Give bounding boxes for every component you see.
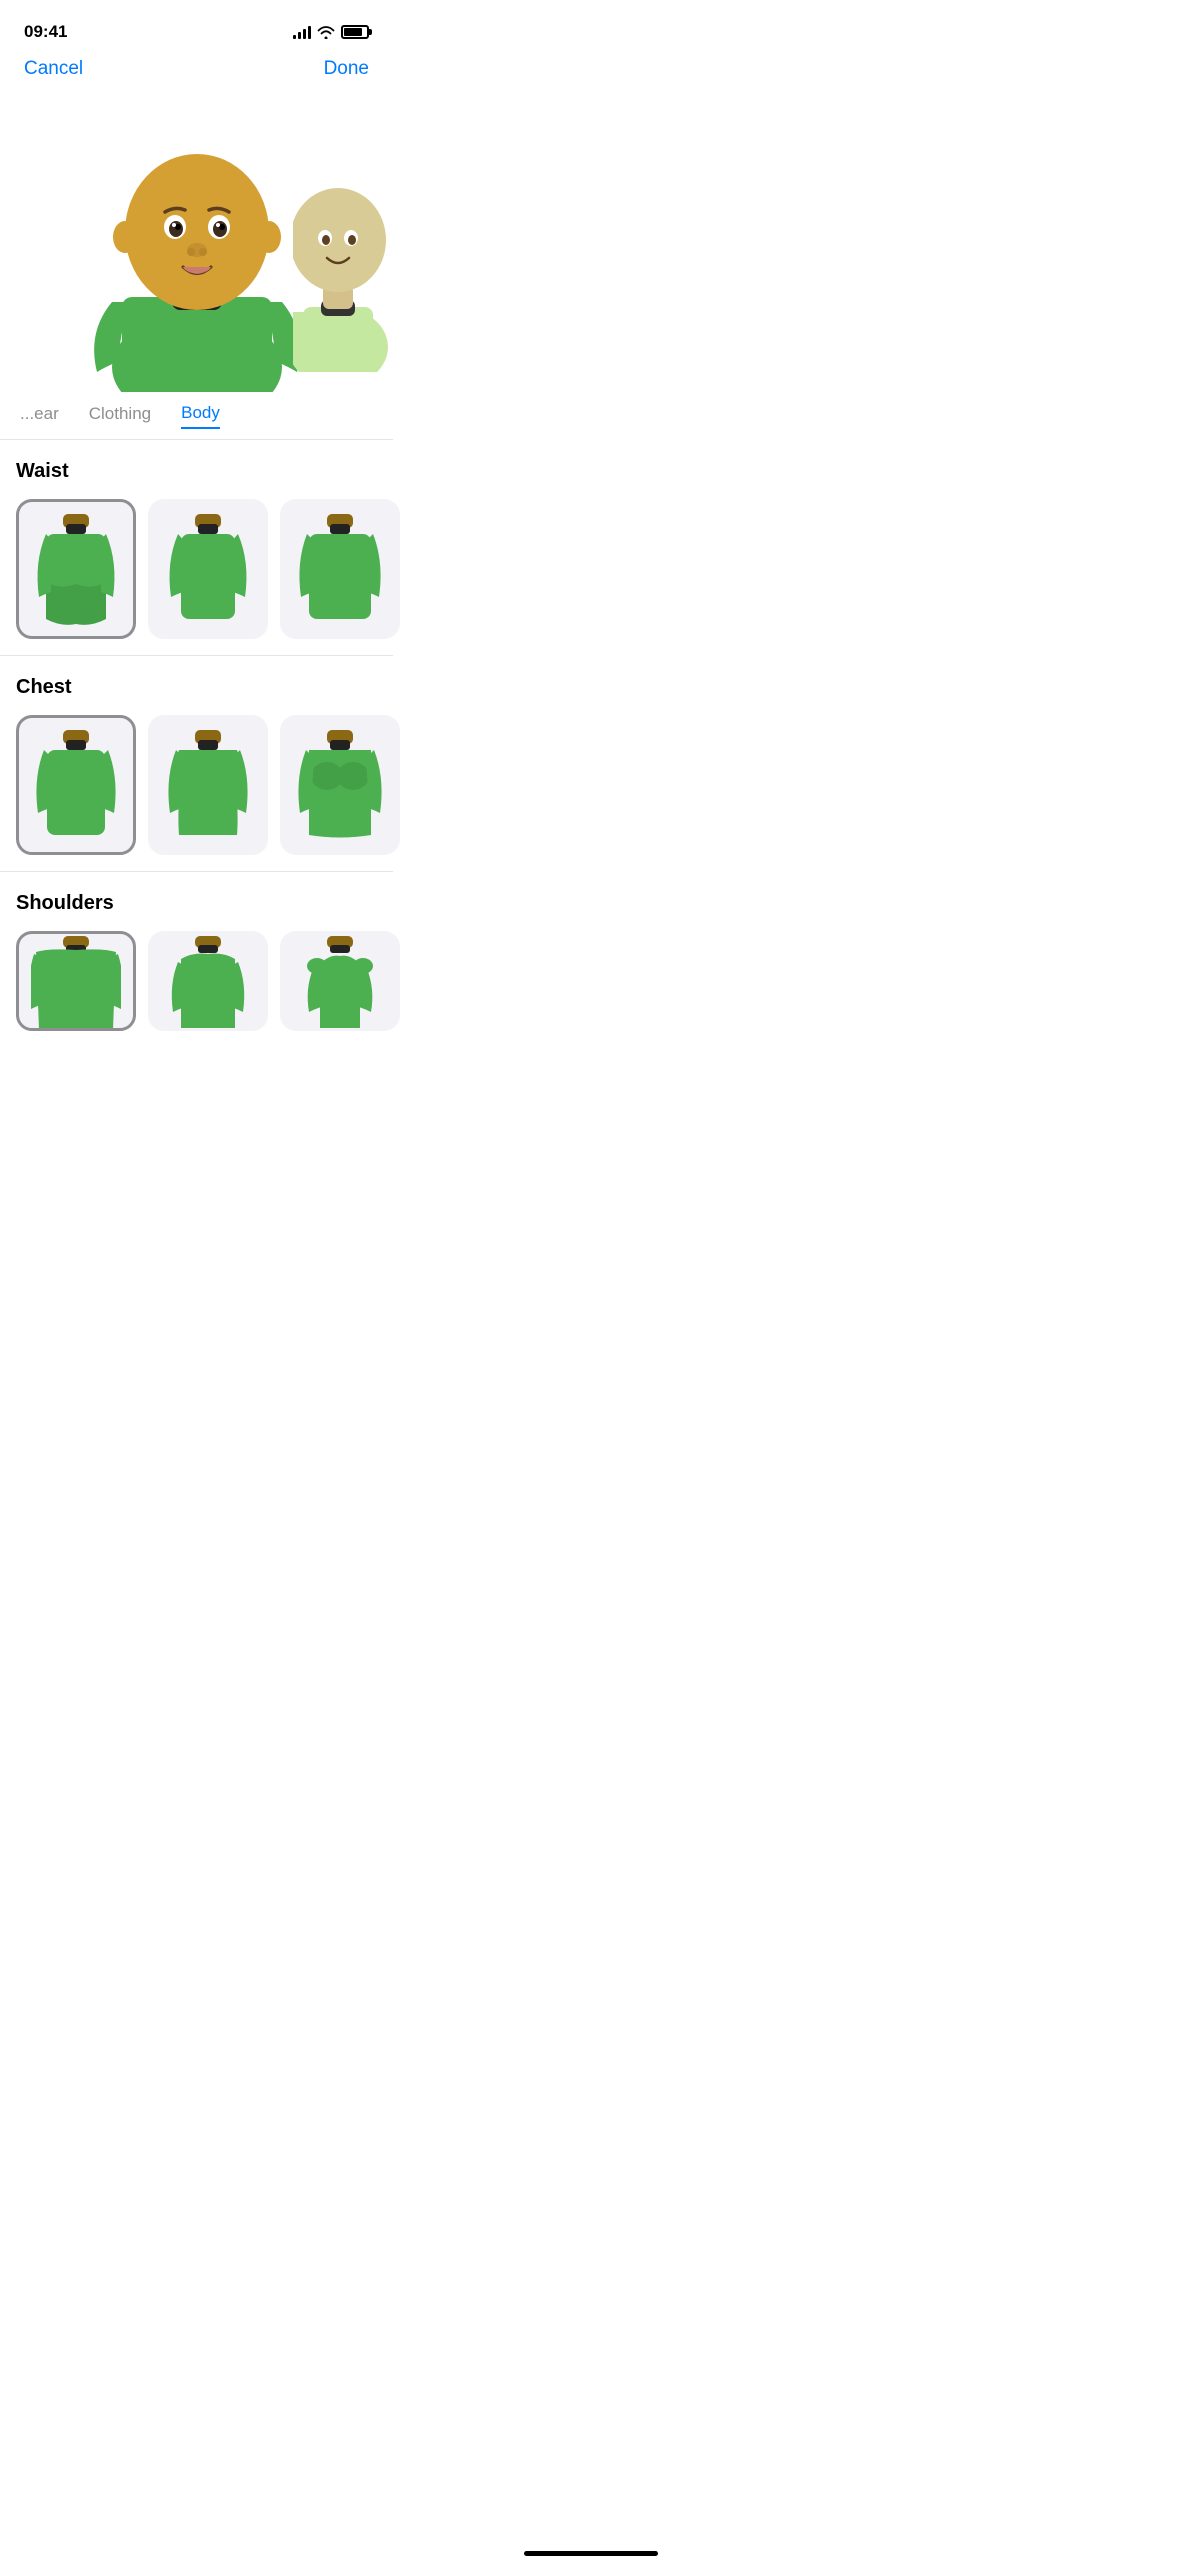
waist-options [16,499,377,639]
waist-figurine-2 [163,512,253,627]
shoulders-options [16,931,377,1031]
status-time: 09:41 [24,22,67,42]
done-button[interactable]: Done [324,58,369,80]
signal-bars-icon [293,25,311,39]
chest-figurine-2 [163,728,253,843]
home-indicator [0,2543,1181,2560]
chest-option-1[interactable] [16,715,136,855]
avatar-preview [0,92,393,392]
chest-title: Chest [16,676,377,699]
main-avatar [67,102,327,392]
waist-section: Waist [0,440,393,656]
shoulders-title: Shoulders [16,892,377,915]
shoulders-figurine-2 [163,934,253,1029]
waist-option-3[interactable] [280,499,400,639]
home-bar [524,2551,658,2556]
chest-section: Chest [0,656,393,872]
shoulders-option-1[interactable] [16,931,136,1031]
waist-option-1[interactable] [16,499,136,639]
shoulders-section: Shoulders [0,872,393,1091]
chest-option-3[interactable] [280,715,400,855]
shoulders-figurine-1 [31,934,121,1029]
tab-body[interactable]: Body [181,403,220,429]
waist-option-2[interactable] [148,499,268,639]
status-bar: 09:41 [0,0,393,50]
chest-figurine-3 [295,728,385,843]
shoulders-option-2[interactable] [148,931,268,1031]
tab-bar: ...ear Clothing Body [0,392,393,440]
tab-clothing[interactable]: Clothing [89,404,151,428]
shoulders-figurine-3 [295,934,385,1029]
battery-icon [341,25,369,39]
status-icons [293,25,369,39]
cancel-button[interactable]: Cancel [24,58,83,80]
nav-bar: Cancel Done [0,50,393,92]
chest-option-2[interactable] [148,715,268,855]
memoji-container [0,92,393,392]
shoulders-option-3[interactable] [280,931,400,1031]
waist-title: Waist [16,460,377,483]
chest-options [16,715,377,855]
chest-figurine-1 [31,728,121,843]
waist-figurine-1 [31,512,121,627]
tab-headwear[interactable]: ...ear [20,404,59,428]
wifi-icon [317,25,335,39]
secondary-avatar [283,152,393,372]
waist-figurine-3 [295,512,385,627]
